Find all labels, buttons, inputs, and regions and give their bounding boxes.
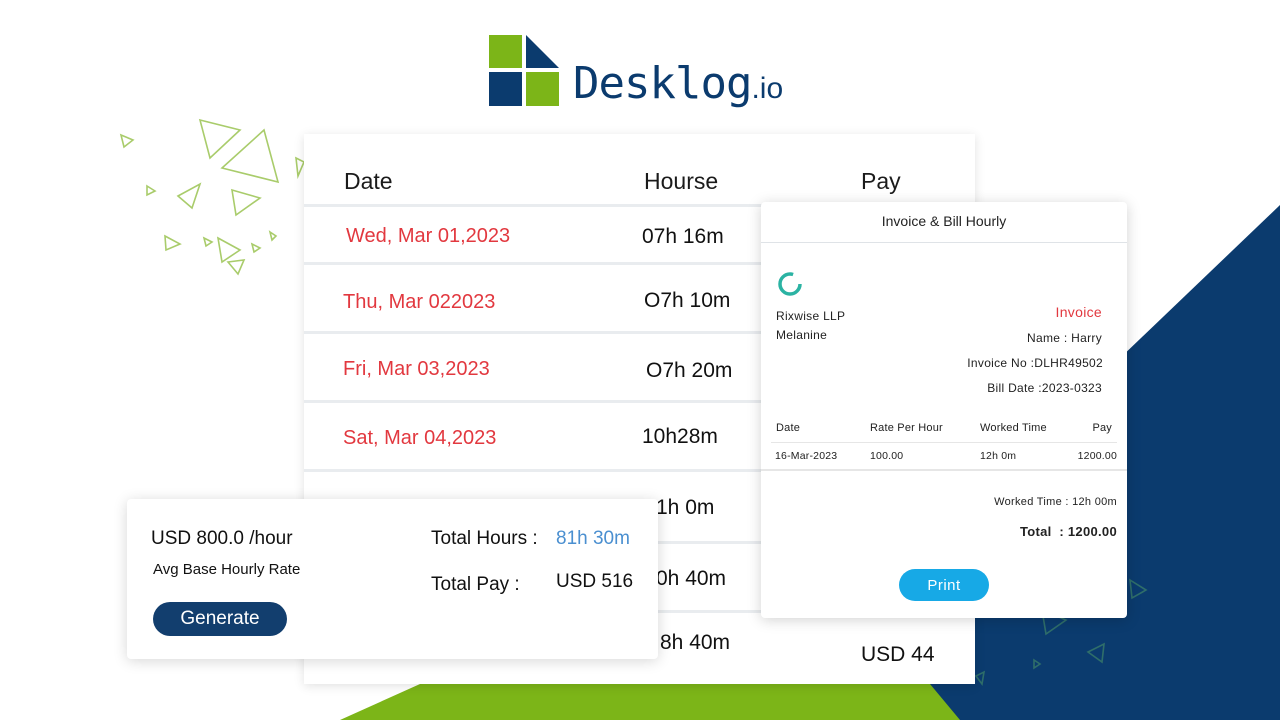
desklog-logo: Desklog.io <box>489 34 783 108</box>
table-row-hours: 1h 0m <box>656 496 715 519</box>
invoice-card-title: Invoice & Bill Hourly <box>881 213 1007 229</box>
divider <box>761 242 1127 243</box>
table-row-hours: 8h 40m <box>660 631 731 654</box>
invoice-col-worked-time: Worked Time <box>980 422 1047 434</box>
table-row-hours: O7h 10m <box>644 289 731 312</box>
table-row-date: Wed, Mar 01,2023 <box>346 225 511 247</box>
summary-card: USD 800.0 /hour Avg Base Hourly Rate Gen… <box>127 499 658 659</box>
table-row-hours: 07h 16m <box>642 225 724 248</box>
total-hours-value: 81h 30m <box>556 528 630 549</box>
brand-suffix: .io <box>751 72 784 105</box>
table-row-date: Fri, Mar 03,2023 <box>343 358 490 380</box>
invoice-total: Total : 1200.00 <box>1019 524 1117 539</box>
invoice-row-date: 16-Mar-2023 <box>775 450 838 462</box>
invoice-row-worked-time: 12h 0m <box>980 450 1017 462</box>
table-row-pay: USD 44 <box>861 643 935 666</box>
invoice-row-pay: 1200.00 <box>1077 450 1117 462</box>
invoice-col-date: Date <box>776 422 801 434</box>
invoice-row-rate: 100.00 <box>870 450 904 462</box>
column-header-hours: Hourse <box>644 168 719 194</box>
desklog-logo-icon <box>489 35 559 106</box>
column-header-date: Date <box>344 168 393 194</box>
invoice-heading: Invoice <box>1055 304 1102 320</box>
table-row-date: Thu, Mar 022023 <box>343 291 496 313</box>
print-button[interactable]: Print <box>899 569 989 601</box>
brand-wordmark: Desklog.io <box>573 62 783 106</box>
column-header-pay: Pay <box>861 168 901 194</box>
invoice-col-pay: Pay <box>1092 422 1112 434</box>
generate-button[interactable]: Generate <box>153 602 287 636</box>
contact-name: Melanine <box>776 328 828 342</box>
green-background-shape <box>340 684 960 720</box>
hourly-rate: USD 800.0 /hour <box>151 528 293 549</box>
invoice-col-rate: Rate Per Hour <box>870 422 943 434</box>
invoice-card: Invoice & Bill Hourly Rixwise LLP Melani… <box>761 202 1127 618</box>
triangle-decoration-left <box>119 118 306 276</box>
invoice-customer-name: Name : Harry <box>1027 331 1102 345</box>
divider <box>761 469 1127 471</box>
brand-name: Desklog <box>573 58 752 109</box>
table-row-hours: 0h 40m <box>656 567 727 590</box>
company-name: Rixwise LLP <box>776 309 846 323</box>
invoice-number: Invoice No :DLHR49502 <box>967 356 1103 370</box>
worked-time-total: Worked Time : 12h 00m <box>994 496 1117 508</box>
company-logo-icon <box>778 272 802 296</box>
bill-date: Bill Date :2023-0323 <box>987 381 1102 395</box>
hourly-rate-label: Avg Base Hourly Rate <box>153 561 301 578</box>
table-row-hours: 10h28m <box>642 425 718 448</box>
total-hours-label: Total Hours : <box>431 528 538 549</box>
table-row-date: Sat, Mar 04,2023 <box>343 427 497 449</box>
table-row-hours: O7h 20m <box>646 359 733 382</box>
total-pay-value: USD 516 <box>556 571 634 592</box>
divider <box>771 442 1117 443</box>
total-pay-label: Total Pay : <box>431 574 520 595</box>
